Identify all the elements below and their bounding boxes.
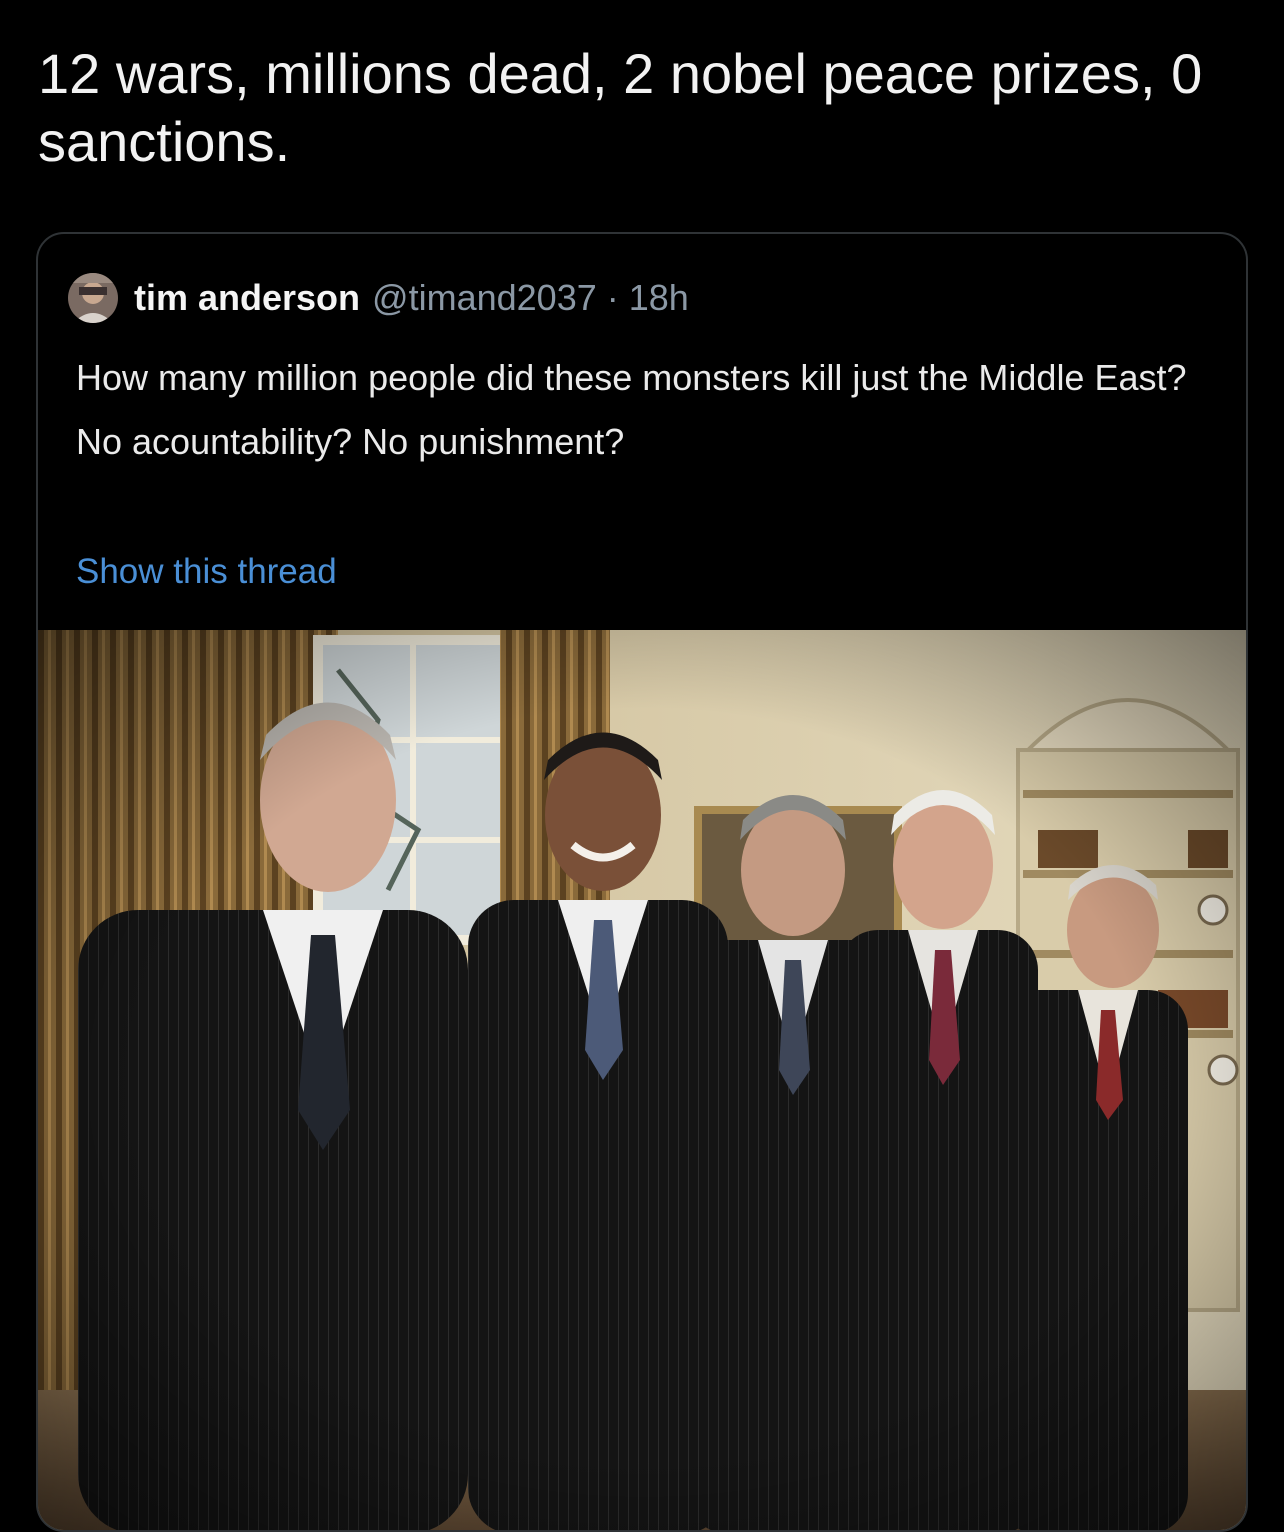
post-text: 12 wars, millions dead, 2 nobel peace pr… — [38, 40, 1238, 176]
quoted-tweet-card[interactable]: tim anderson @timand2037 · 18h How many … — [36, 232, 1248, 1532]
avatar[interactable] — [68, 273, 118, 323]
timestamp[interactable]: 18h — [629, 277, 689, 319]
tweet-header: tim anderson @timand2037 · 18h — [68, 268, 689, 328]
author-name[interactable]: tim anderson — [134, 277, 360, 319]
author-handle[interactable]: @timand2037 — [372, 277, 597, 319]
show-thread-link[interactable]: Show this thread — [76, 552, 337, 592]
tweet-photo[interactable] — [38, 630, 1248, 1532]
separator: · — [607, 277, 619, 319]
tweet-body: How many million people did these monste… — [76, 346, 1206, 474]
